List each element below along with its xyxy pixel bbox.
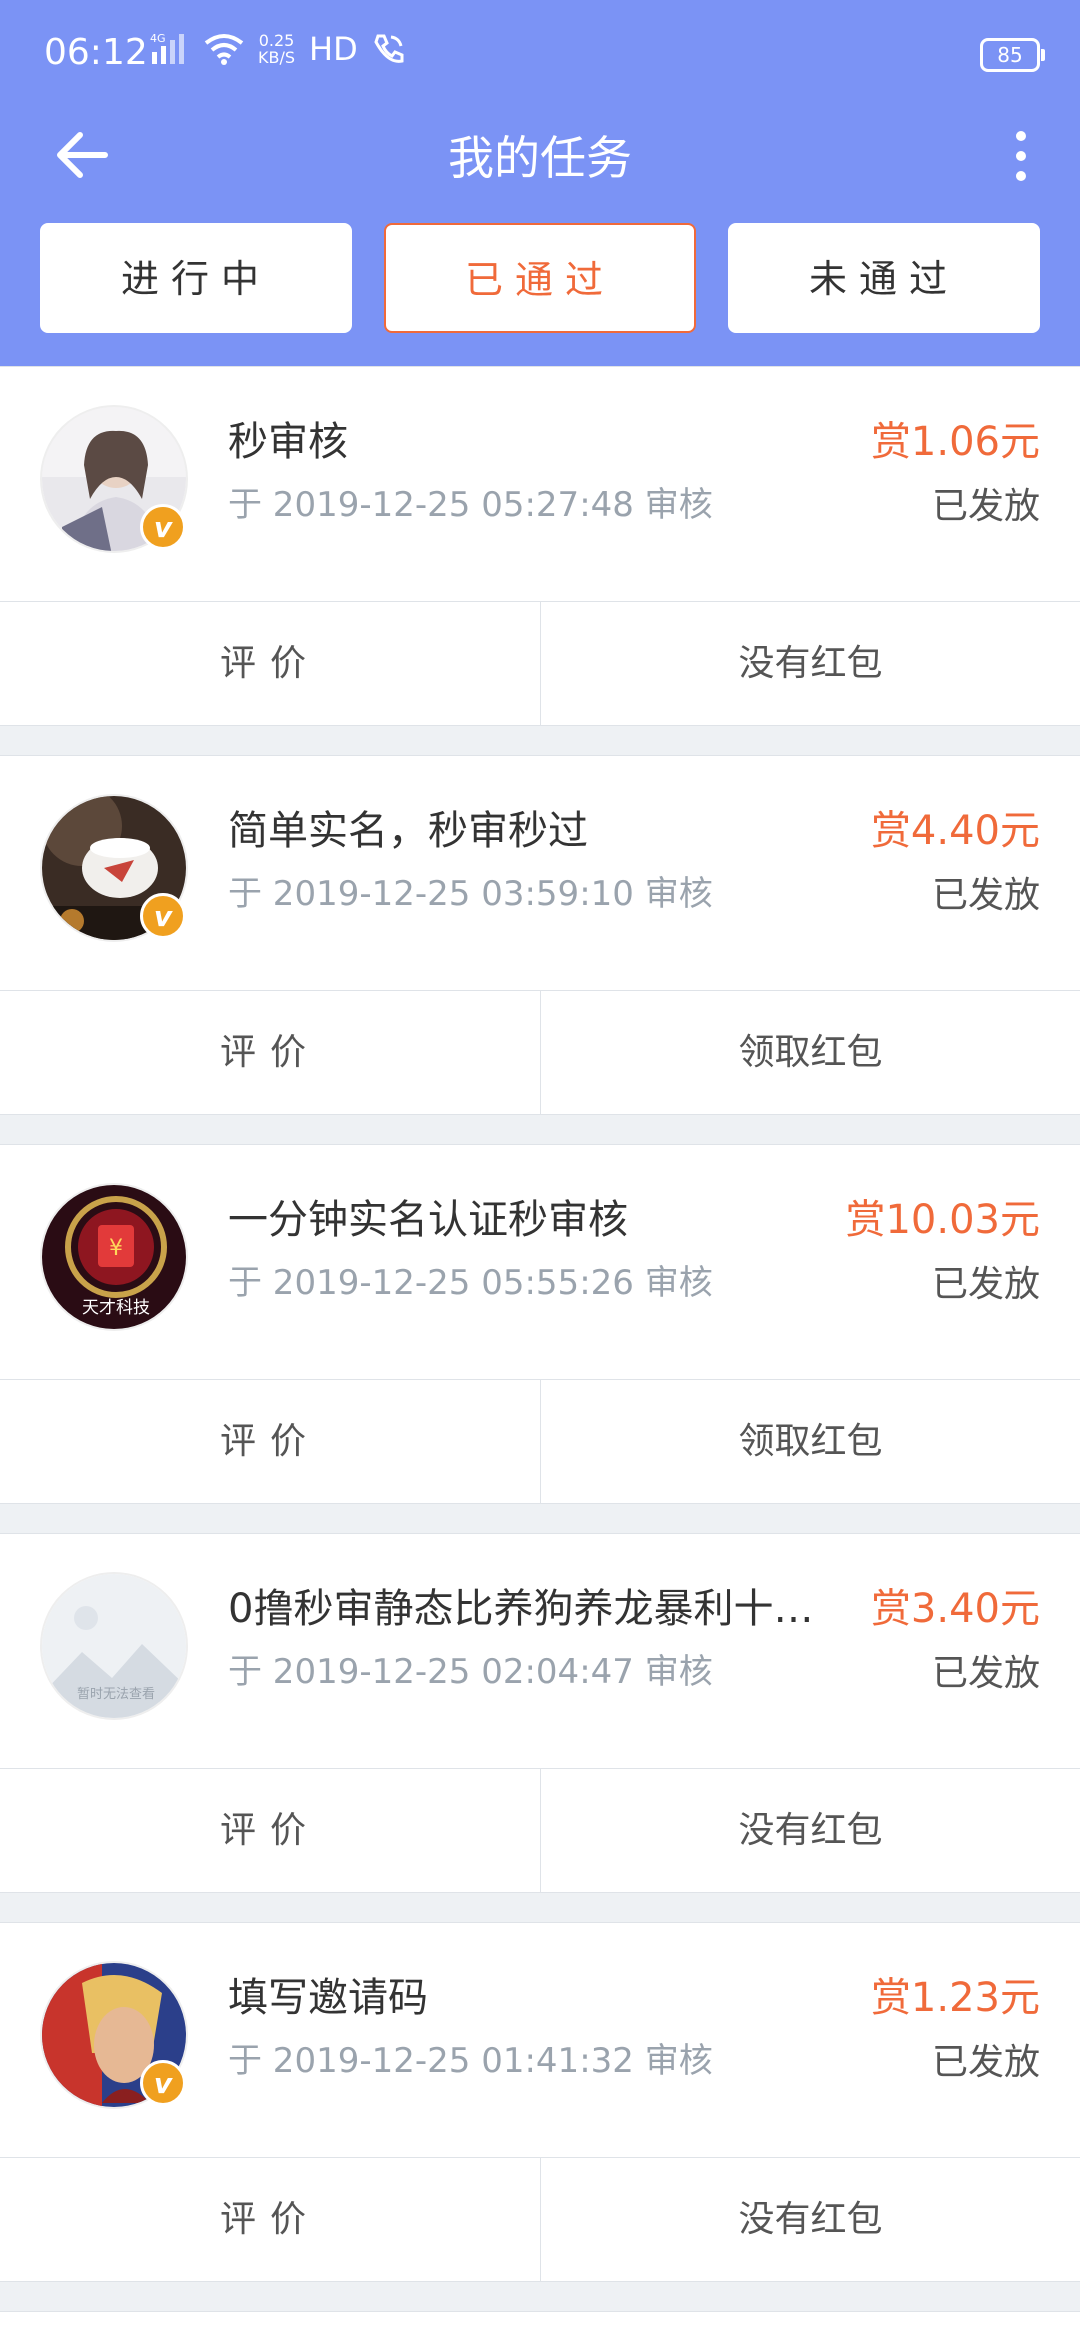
task-card[interactable]: v 填写邀请码 于 2019-12-25 01:41:32 审核 赏1.23元 … <box>0 1922 1080 2282</box>
task-status: 已发放 <box>931 2042 1040 2083</box>
red-packet-button[interactable]: 领取红包 <box>541 1380 1080 1504</box>
call-icon <box>374 34 404 63</box>
task-review-time: 于 2019-12-25 03:59:10 审核 <box>228 874 713 914</box>
wifi-icon <box>204 34 244 65</box>
avatar-logo-text: 天才科技 <box>82 1298 150 1318</box>
svg-text:4G: 4G <box>150 32 166 45</box>
task-reward: 赏4.40元 <box>870 808 1040 854</box>
avatar-placeholder-text: 暂时无法查看 <box>77 1686 155 1702</box>
task-card[interactable]: v 秒审核 于 2019-12-25 05:27:48 审核 赏1.06元 已发… <box>0 366 1080 726</box>
tab-rejected[interactable]: 未通过 <box>728 223 1040 333</box>
task-status: 已发放 <box>931 486 1040 527</box>
verified-badge-icon: v <box>140 504 186 550</box>
task-reward: 赏1.06元 <box>870 419 1040 465</box>
verified-badge-icon: v <box>140 893 186 939</box>
rate-button[interactable]: 评价 <box>0 1769 540 1893</box>
task-reward: 赏1.23元 <box>870 1975 1040 2021</box>
verified-badge-icon: v <box>140 2060 186 2106</box>
task-title: 填写邀请码 <box>228 1975 428 2021</box>
task-status: 已发放 <box>931 875 1040 916</box>
rate-button[interactable]: 评价 <box>0 602 540 726</box>
status-icons: 4G 0.25 KB/S HD <box>150 30 406 68</box>
red-packet-button[interactable]: 没有红包 <box>541 2158 1080 2282</box>
rate-button[interactable]: 评价 <box>0 2158 540 2282</box>
red-packet-button[interactable]: 没有红包 <box>541 1769 1080 1893</box>
svg-text:¥: ¥ <box>109 1236 123 1261</box>
status-tabs: 进行中 已通过 未通过 <box>40 223 1040 335</box>
net-speed-value: 0.25 <box>258 31 295 50</box>
tab-in-progress[interactable]: 进行中 <box>40 223 352 333</box>
task-card[interactable]: ¥ 天才科技 一分钟实名认证秒审核 于 2019-12-25 05:55:26 … <box>0 1144 1080 1504</box>
avatar: 暂时无法查看 <box>40 1572 188 1720</box>
status-bar: 06:12 4G 0.25 KB/S HD 85 <box>0 0 1080 110</box>
more-vertical-icon[interactable] <box>1006 122 1036 192</box>
task-review-time: 于 2019-12-25 05:55:26 审核 <box>228 1263 713 1303</box>
hd-indicator: HD <box>309 30 358 68</box>
net-speed: 0.25 KB/S <box>258 32 295 66</box>
task-title: 秒审核 <box>228 419 348 465</box>
red-packet-button[interactable]: 没有红包 <box>541 602 1080 726</box>
status-time: 06:12 <box>44 32 148 73</box>
task-status: 已发放 <box>931 1653 1040 1694</box>
rate-button[interactable]: 评价 <box>0 1380 540 1504</box>
tab-approved[interactable]: 已通过 <box>384 223 696 333</box>
task-title: 0撸秒审静态比养狗养龙暴利十… <box>228 1586 814 1632</box>
task-review-time: 于 2019-12-25 05:27:48 审核 <box>228 485 713 525</box>
page-title: 我的任务 <box>448 131 632 185</box>
net-speed-unit: KB/S <box>258 48 296 67</box>
task-reward: 赏3.40元 <box>870 1586 1040 1632</box>
task-review-time: 于 2019-12-25 02:04:47 审核 <box>228 1652 713 1692</box>
task-status: 已发放 <box>931 1264 1040 1305</box>
task-reward: 赏10.03元 <box>845 1197 1040 1243</box>
task-title: 简单实名，秒审秒过 <box>228 808 588 854</box>
red-packet-button[interactable]: 领取红包 <box>541 991 1080 1115</box>
task-card[interactable]: 暂时无法查看 0撸秒审静态比养狗养龙暴利十… 于 2019-12-25 02:0… <box>0 1533 1080 1893</box>
task-card[interactable] <box>0 2311 1080 2340</box>
avatar: ¥ 天才科技 <box>40 1183 188 1331</box>
battery-icon: 85 <box>980 38 1045 72</box>
task-title: 一分钟实名认证秒审核 <box>228 1197 628 1243</box>
task-review-time: 于 2019-12-25 01:41:32 审核 <box>228 2041 713 2081</box>
signal-icon: 4G <box>150 32 184 64</box>
task-card[interactable]: v 简单实名，秒审秒过 于 2019-12-25 03:59:10 审核 赏4.… <box>0 755 1080 1115</box>
app-header: 06:12 4G 0.25 KB/S HD 85 我的任务 进行中 已通过 未通… <box>0 0 1080 366</box>
rate-button[interactable]: 评价 <box>0 991 540 1115</box>
